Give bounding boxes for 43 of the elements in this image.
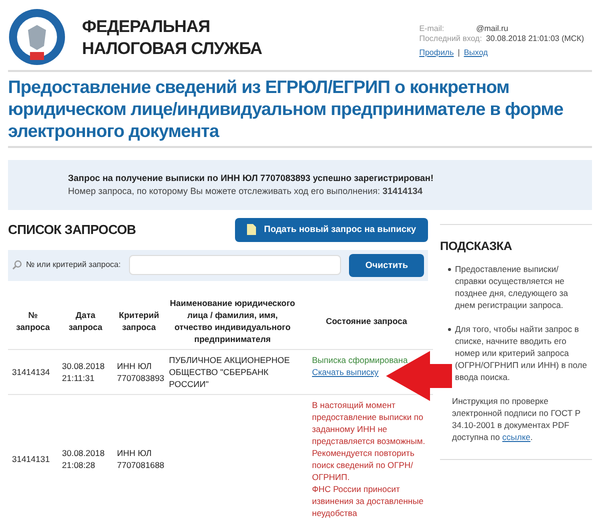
status-text: ФНС России приносит извинения за доставленные неудобства	[312, 483, 424, 519]
request-criterion: ИНН ЮЛ 7707081688	[113, 394, 165, 523]
organization-name: ФЕДЕРАЛЬНАЯ	[82, 16, 211, 38]
profile-link[interactable]: Профиль	[419, 48, 454, 58]
logout-link[interactable]: Выход	[464, 48, 488, 58]
email-label: E-mail:	[419, 24, 444, 34]
notice-title: Запрос на получение выписки по ИНН ЮЛ 7707083893 успешно зарегистрирован!	[68, 172, 434, 185]
email-value: @mail.ru	[476, 24, 508, 34]
hint-text: Предоставление выписки/справки осуществляется не позднее дня, следующего за днем регистрации запроса.	[455, 263, 569, 311]
last-login-value: 30.08.2018 21:01:03 (МСК)	[486, 34, 584, 44]
document-icon	[246, 224, 256, 236]
request-date: 30.08.2018 21:11:31	[58, 350, 113, 394]
notice-text: Номер запроса, по которому Вы можете отслеживать ход его выполнения: 31414134	[68, 185, 424, 198]
page-title: Предоставление сведений из ЕГРЮЛ/ЕГРИП о конкретном юридическом лице/индивидуальном предпринимателе в форме электронного документа	[7, 76, 564, 143]
status-text: В настоящий момент предоставление выписки по заданному ИНН не представляется возможным. Рекомендуется повторить поиск сведений по ОГРН/ОГРНИП.	[312, 399, 426, 483]
last-login-label: Последний вход:	[419, 34, 482, 44]
new-request-button[interactable]: Подать новый запрос на выписку	[234, 218, 428, 242]
search-label: № или критерий запроса:	[26, 259, 121, 272]
bullet-icon	[448, 328, 451, 331]
column-header: № запроса	[8, 293, 58, 350]
instruction-link[interactable]: ссылке	[502, 432, 530, 442]
column-header: Наименование юридического лица / фамилия, имя, отчество индивидуального предпринимателя	[165, 293, 300, 350]
request-number: 31414131	[8, 394, 58, 523]
hint-text: Для того, чтобы найти запрос в списке, начните вводить его номер или критерий запроса (ОГРН/ОГРНИП или ИНН) в поле ввода поиска.	[455, 323, 588, 383]
hint-note: Инструкция по проверке электронной подписи по ГОСТ Р 34.10-2001 в документах PDF доступна по ссылке.	[451, 395, 582, 443]
status-text: Выписка сформирована	[312, 354, 409, 366]
search-field[interactable]	[128, 255, 342, 276]
search-icon	[12, 260, 22, 270]
request-number: 31414134	[8, 350, 58, 394]
request-date: 30.08.2018 21:08:28	[58, 394, 113, 523]
clear-button[interactable]: Очистить	[349, 254, 424, 277]
request-criterion: ИНН ЮЛ 7707083893	[113, 350, 165, 394]
organization-name: НАЛОГОВАЯ СЛУЖБА	[82, 38, 262, 60]
download-link[interactable]: Скачать выписку	[312, 367, 379, 377]
bullet-icon	[448, 268, 451, 271]
link-separator: |	[458, 48, 460, 58]
column-header: Критерий запроса	[113, 293, 165, 350]
section-title: СПИСОК ЗАПРОСОВ	[8, 221, 136, 239]
column-header: Дата запроса	[58, 293, 113, 350]
company-name: ПУБЛИЧНОЕ АКЦИОНЕРНОЕ ОБЩЕСТВО "СБЕРБАНК РОССИИ"	[169, 355, 290, 389]
emblem-logo-icon	[8, 8, 66, 66]
hint-title: ПОДСКАЗКА	[440, 238, 513, 255]
column-header: Состояние запроса	[300, 293, 433, 350]
